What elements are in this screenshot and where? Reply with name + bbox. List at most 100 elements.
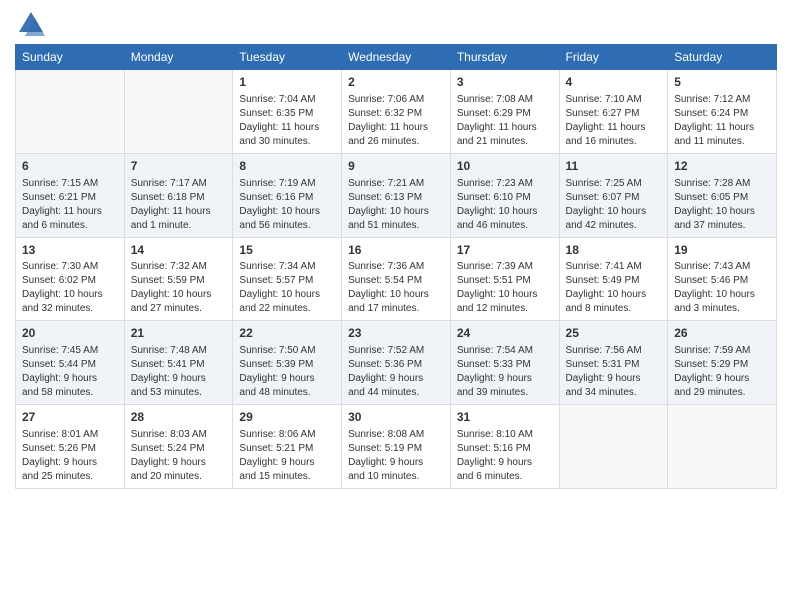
- day-info: Sunset: 5:46 PM: [674, 274, 770, 288]
- day-info: and 29 minutes.: [674, 386, 770, 400]
- day-info: Sunset: 5:54 PM: [348, 274, 444, 288]
- day-info: Sunset: 6:18 PM: [131, 191, 227, 205]
- day-info: Daylight: 10 hours: [239, 288, 335, 302]
- day-number: 10: [457, 158, 553, 175]
- day-number: 7: [131, 158, 227, 175]
- day-info: Sunrise: 7:17 AM: [131, 177, 227, 191]
- day-number: 22: [239, 325, 335, 342]
- day-info: Sunrise: 7:54 AM: [457, 344, 553, 358]
- day-info: and 27 minutes.: [131, 302, 227, 316]
- day-number: 28: [131, 409, 227, 426]
- day-info: Sunrise: 7:21 AM: [348, 177, 444, 191]
- day-info: Sunrise: 7:10 AM: [566, 93, 662, 107]
- day-number: 27: [22, 409, 118, 426]
- day-info: Sunrise: 8:01 AM: [22, 428, 118, 442]
- day-info: Daylight: 9 hours: [239, 372, 335, 386]
- calendar-week-row: 6Sunrise: 7:15 AMSunset: 6:21 PMDaylight…: [16, 153, 777, 237]
- day-info: Daylight: 9 hours: [457, 456, 553, 470]
- day-info: Sunrise: 7:39 AM: [457, 260, 553, 274]
- calendar-cell: 23Sunrise: 7:52 AMSunset: 5:36 PMDayligh…: [342, 321, 451, 405]
- day-info: and 56 minutes.: [239, 219, 335, 233]
- day-number: 30: [348, 409, 444, 426]
- day-info: and 42 minutes.: [566, 219, 662, 233]
- day-number: 29: [239, 409, 335, 426]
- day-info: Daylight: 10 hours: [131, 288, 227, 302]
- day-info: and 10 minutes.: [348, 470, 444, 484]
- day-info: Sunset: 6:10 PM: [457, 191, 553, 205]
- calendar-cell: 27Sunrise: 8:01 AMSunset: 5:26 PMDayligh…: [16, 405, 125, 489]
- calendar-cell: 26Sunrise: 7:59 AMSunset: 5:29 PMDayligh…: [668, 321, 777, 405]
- day-info: Sunset: 6:29 PM: [457, 107, 553, 121]
- day-info: Sunrise: 7:23 AM: [457, 177, 553, 191]
- day-info: Sunset: 5:36 PM: [348, 358, 444, 372]
- day-info: and 39 minutes.: [457, 386, 553, 400]
- day-info: Sunrise: 7:04 AM: [239, 93, 335, 107]
- day-number: 16: [348, 242, 444, 259]
- calendar-cell: 4Sunrise: 7:10 AMSunset: 6:27 PMDaylight…: [559, 70, 668, 154]
- day-info: Sunrise: 8:06 AM: [239, 428, 335, 442]
- day-number: 9: [348, 158, 444, 175]
- header: [15, 10, 777, 38]
- calendar-cell: [559, 405, 668, 489]
- day-number: 4: [566, 74, 662, 91]
- day-info: Daylight: 11 hours: [22, 205, 118, 219]
- day-number: 20: [22, 325, 118, 342]
- day-number: 2: [348, 74, 444, 91]
- day-info: Sunrise: 7:15 AM: [22, 177, 118, 191]
- day-info: and 8 minutes.: [566, 302, 662, 316]
- logo: [15, 10, 45, 38]
- day-info: and 16 minutes.: [566, 135, 662, 149]
- day-info: Sunset: 5:31 PM: [566, 358, 662, 372]
- day-info: and 32 minutes.: [22, 302, 118, 316]
- day-info: Sunrise: 7:36 AM: [348, 260, 444, 274]
- day-number: 13: [22, 242, 118, 259]
- calendar-cell: 30Sunrise: 8:08 AMSunset: 5:19 PMDayligh…: [342, 405, 451, 489]
- day-info: Daylight: 9 hours: [22, 372, 118, 386]
- day-info: Sunset: 5:59 PM: [131, 274, 227, 288]
- day-info: Daylight: 10 hours: [22, 288, 118, 302]
- calendar-cell: 28Sunrise: 8:03 AMSunset: 5:24 PMDayligh…: [124, 405, 233, 489]
- day-info: Daylight: 9 hours: [131, 456, 227, 470]
- calendar-cell: [124, 70, 233, 154]
- day-info: Daylight: 11 hours: [457, 121, 553, 135]
- calendar-cell: 11Sunrise: 7:25 AMSunset: 6:07 PMDayligh…: [559, 153, 668, 237]
- day-info: Daylight: 9 hours: [457, 372, 553, 386]
- day-info: Daylight: 9 hours: [348, 372, 444, 386]
- calendar-table: SundayMondayTuesdayWednesdayThursdayFrid…: [15, 44, 777, 489]
- day-info: Daylight: 10 hours: [457, 288, 553, 302]
- day-info: and 44 minutes.: [348, 386, 444, 400]
- day-info: Sunrise: 7:12 AM: [674, 93, 770, 107]
- day-number: 12: [674, 158, 770, 175]
- day-info: Daylight: 10 hours: [674, 288, 770, 302]
- day-info: and 3 minutes.: [674, 302, 770, 316]
- day-info: Sunrise: 7:19 AM: [239, 177, 335, 191]
- day-info: Sunset: 5:16 PM: [457, 442, 553, 456]
- calendar-week-row: 27Sunrise: 8:01 AMSunset: 5:26 PMDayligh…: [16, 405, 777, 489]
- day-info: Sunset: 6:05 PM: [674, 191, 770, 205]
- calendar-week-row: 20Sunrise: 7:45 AMSunset: 5:44 PMDayligh…: [16, 321, 777, 405]
- day-info: Daylight: 9 hours: [566, 372, 662, 386]
- calendar-cell: 18Sunrise: 7:41 AMSunset: 5:49 PMDayligh…: [559, 237, 668, 321]
- day-info: Daylight: 10 hours: [348, 205, 444, 219]
- day-number: 24: [457, 325, 553, 342]
- day-number: 14: [131, 242, 227, 259]
- day-info: Daylight: 10 hours: [566, 288, 662, 302]
- calendar-cell: 25Sunrise: 7:56 AMSunset: 5:31 PMDayligh…: [559, 321, 668, 405]
- day-info: Daylight: 10 hours: [457, 205, 553, 219]
- day-number: 11: [566, 158, 662, 175]
- day-info: Sunrise: 7:50 AM: [239, 344, 335, 358]
- day-info: and 6 minutes.: [22, 219, 118, 233]
- day-info: Sunrise: 7:25 AM: [566, 177, 662, 191]
- day-info: Sunset: 5:21 PM: [239, 442, 335, 456]
- weekday-header-wednesday: Wednesday: [342, 45, 451, 70]
- day-number: 1: [239, 74, 335, 91]
- calendar-week-row: 13Sunrise: 7:30 AMSunset: 6:02 PMDayligh…: [16, 237, 777, 321]
- day-info: Daylight: 11 hours: [348, 121, 444, 135]
- day-info: Sunrise: 7:52 AM: [348, 344, 444, 358]
- calendar-cell: 15Sunrise: 7:34 AMSunset: 5:57 PMDayligh…: [233, 237, 342, 321]
- day-number: 19: [674, 242, 770, 259]
- weekday-header-row: SundayMondayTuesdayWednesdayThursdayFrid…: [16, 45, 777, 70]
- day-info: Sunset: 5:19 PM: [348, 442, 444, 456]
- day-info: Daylight: 11 hours: [566, 121, 662, 135]
- day-info: Sunrise: 7:41 AM: [566, 260, 662, 274]
